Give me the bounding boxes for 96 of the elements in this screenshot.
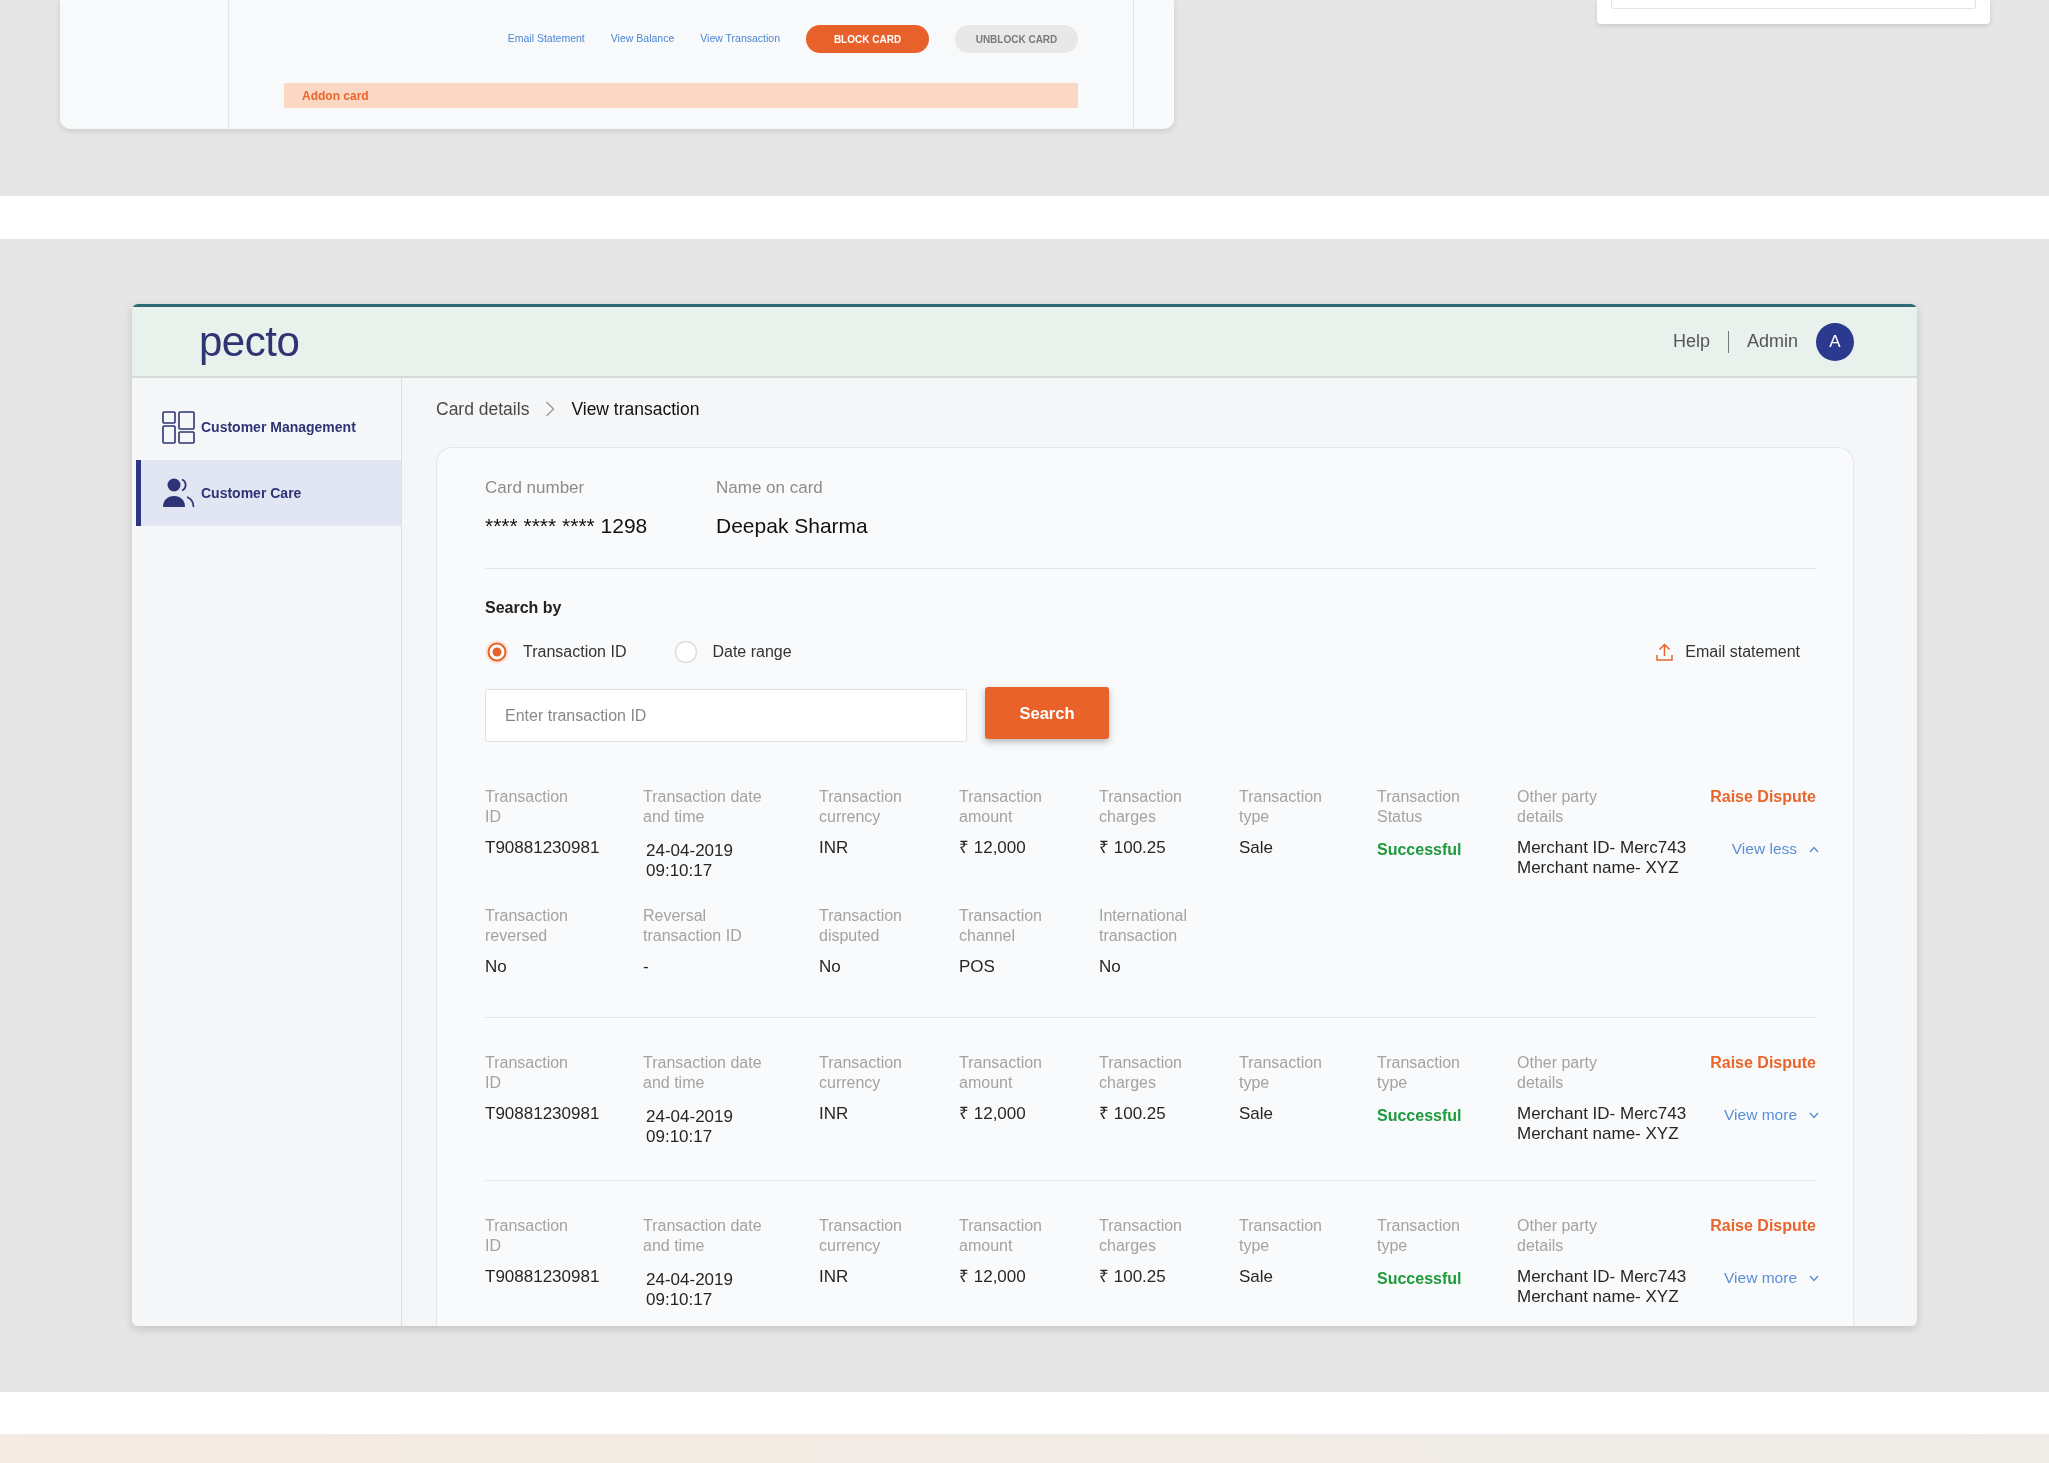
radio-button[interactable] <box>674 640 699 664</box>
action-link[interactable]: View Transaction <box>700 31 780 47</box>
sidebar-item[interactable]: Customer Care <box>136 460 401 526</box>
field-label: Transaction reversed <box>485 906 568 946</box>
raise-dispute-link[interactable]: Raise Dispute <box>1710 1053 1816 1073</box>
field-label: Transaction type <box>1377 1216 1460 1256</box>
field-label: Transaction date and time <box>643 787 762 827</box>
raise-dispute-link[interactable]: Raise Dispute <box>1710 787 1816 807</box>
action-link[interactable]: View Balance <box>610 31 675 47</box>
radio-label: Date range <box>712 642 792 662</box>
field-label: Transaction ID <box>485 1216 568 1256</box>
field-label: Transaction date and time <box>643 1216 762 1256</box>
field-label: Transaction currency <box>819 1053 902 1093</box>
field-label: Transaction charges <box>1099 1053 1182 1093</box>
field-value: Merchant ID- Merc743 Merchant name- XYZ <box>1517 1104 1687 1144</box>
field-label: Transaction type <box>1377 1053 1460 1093</box>
chevron-down-icon <box>1809 1111 1819 1119</box>
view-toggle-link[interactable]: View less <box>1731 839 1819 859</box>
field-value: Sale <box>1239 1104 1274 1124</box>
field-label: Transaction type <box>1239 787 1322 827</box>
field-value: Deepak Sharma <box>716 513 868 539</box>
radio-label: Transaction ID <box>523 642 627 662</box>
section-title: Search by <box>485 598 562 618</box>
field-value: No <box>1099 957 1121 977</box>
field-value: 24-04-2019 09:10:17 <box>646 1270 733 1310</box>
field-label: Transaction Status <box>1377 787 1460 827</box>
field-value: INR <box>819 1267 849 1287</box>
chevron-right-icon <box>545 401 556 417</box>
radio-button[interactable] <box>485 640 509 664</box>
avatar[interactable]: A <box>1816 322 1854 361</box>
grid-icon <box>162 410 195 444</box>
field-label: Card number <box>485 478 585 498</box>
field-label: Transaction ID <box>485 1053 568 1093</box>
field-value: 24-04-2019 09:10:17 <box>646 841 733 881</box>
field-value: T90881230981 <box>485 1267 600 1287</box>
sidebar-item[interactable]: Customer Management <box>136 394 401 460</box>
chevron-up-icon <box>1809 845 1819 853</box>
field-label: Transaction channel <box>959 906 1042 946</box>
field-value: ₹ 12,000 <box>959 838 1026 858</box>
email-statement-link[interactable]: Email statement <box>1656 640 1800 664</box>
view-toggle-link[interactable]: View more <box>1724 1268 1819 1288</box>
section-heading: Addon card <box>284 83 1078 108</box>
field-value: T90881230981 <box>485 1104 600 1124</box>
header-link[interactable]: Admin <box>1746 328 1798 355</box>
field-value: ₹ 100.25 <box>1099 1104 1166 1124</box>
field-value: - <box>643 957 649 977</box>
field-label: Transaction amount <box>959 1216 1042 1256</box>
field-label: Transaction amount <box>959 787 1042 827</box>
field-value: ₹ 12,000 <box>959 1267 1026 1287</box>
status-value: Successful <box>1377 840 1462 860</box>
header-link[interactable]: Help <box>1672 328 1710 355</box>
field-label: Transaction charges <box>1099 1216 1182 1256</box>
field-value: Merchant ID- Merc743 Merchant name- XYZ <box>1517 1267 1687 1307</box>
raise-dispute-link[interactable]: Raise Dispute <box>1710 1216 1816 1236</box>
field-label: Transaction type <box>1239 1216 1322 1256</box>
field-label: Transaction ID <box>485 787 568 827</box>
field-label: Transaction type <box>1239 1053 1322 1093</box>
field-value: INR <box>819 838 849 858</box>
field-value: Sale <box>1239 1267 1274 1287</box>
logo: pecto <box>199 320 300 363</box>
field-label: Transaction amount <box>959 1053 1042 1093</box>
people-icon <box>162 476 195 510</box>
field-label: Reversal transaction ID <box>643 906 742 946</box>
upload-icon <box>1656 643 1674 661</box>
view-toggle-link[interactable]: View more <box>1724 1105 1819 1125</box>
field-value: No <box>485 957 507 977</box>
field-value: ₹ 100.25 <box>1099 1267 1166 1287</box>
search-field[interactable]: Enter transaction ID <box>485 689 967 742</box>
field-label: Transaction currency <box>819 787 902 827</box>
field-value: Sale <box>1239 838 1274 858</box>
breadcrumb-current: View transaction <box>571 397 700 421</box>
status-value: Successful <box>1377 1269 1462 1289</box>
field-value: ₹ 12,000 <box>959 1104 1026 1124</box>
field-value: POS <box>959 957 995 977</box>
chevron-down-icon <box>1809 1274 1819 1282</box>
field-value: No <box>819 957 841 977</box>
status-value: Successful <box>1377 1106 1462 1126</box>
field-value: **** **** **** 1298 <box>485 513 648 539</box>
field-label: Transaction charges <box>1099 787 1182 827</box>
field-label: Transaction currency <box>819 1216 902 1256</box>
field-value: INR <box>819 1104 849 1124</box>
field-label: Other party details <box>1517 1053 1598 1093</box>
field-label: Transaction date and time <box>643 1053 762 1093</box>
breadcrumb-link[interactable]: Card details <box>436 395 530 423</box>
field-label: International transaction <box>1099 906 1188 946</box>
field-value: T90881230981 <box>485 838 600 858</box>
field-label: Other party details <box>1517 787 1598 827</box>
field-label: Name on card <box>716 478 823 498</box>
field-label: Other party details <box>1517 1216 1598 1256</box>
field-label: Transaction disputed <box>819 906 902 946</box>
action-link[interactable]: Email Statement <box>507 31 585 47</box>
field-value: 24-04-2019 09:10:17 <box>646 1107 733 1147</box>
field-value: ₹ 100.25 <box>1099 838 1166 858</box>
action-button[interactable]: BLOCK CARD <box>806 25 929 53</box>
search-button[interactable]: Search <box>985 687 1109 739</box>
field-value: Merchant ID- Merc743 Merchant name- XYZ <box>1517 838 1687 878</box>
